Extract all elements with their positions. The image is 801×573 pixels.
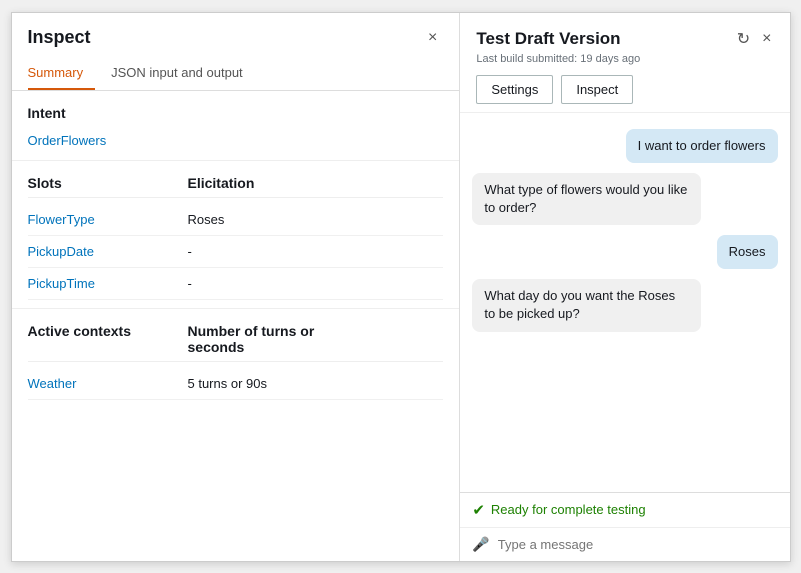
- divider-2: [12, 308, 460, 309]
- elicitation-col-heading: Elicitation: [188, 175, 255, 191]
- active-contexts-col-heading: Active contexts: [28, 323, 188, 355]
- right-header: Test Draft Version ↻ × Last build submit…: [460, 13, 789, 113]
- chat-area: I want to order flowers What type of flo…: [460, 113, 789, 492]
- intent-heading: Intent: [28, 105, 444, 121]
- tab-json-input-output[interactable]: JSON input and output: [111, 57, 255, 90]
- left-content: Intent OrderFlowers Slots Elicitation Fl…: [12, 91, 460, 561]
- slots-section: Slots Elicitation FlowerType Roses Picku…: [12, 165, 460, 304]
- right-close-button[interactable]: ×: [760, 28, 773, 50]
- left-close-button[interactable]: ×: [422, 27, 443, 49]
- intent-link[interactable]: OrderFlowers: [28, 129, 444, 152]
- chat-input[interactable]: [498, 537, 778, 552]
- slot-row-flowertype: FlowerType Roses: [28, 204, 444, 236]
- tab-summary[interactable]: Summary: [28, 57, 96, 90]
- slot-name-pickupdate[interactable]: PickupDate: [28, 244, 188, 259]
- right-panel: Test Draft Version ↻ × Last build submit…: [460, 13, 789, 561]
- slots-header: Slots Elicitation: [28, 175, 444, 198]
- left-panel-title: Inspect: [28, 27, 91, 48]
- divider-1: [12, 160, 460, 161]
- right-title-actions: ↻ ×: [735, 27, 774, 51]
- status-icon: ✔: [472, 501, 485, 519]
- active-contexts-header: Active contexts Number of turns or secon…: [28, 323, 444, 362]
- left-header: Inspect ×: [12, 13, 460, 49]
- slot-row-pickupdate: PickupDate -: [28, 236, 444, 268]
- chat-message-3: Roses: [717, 235, 778, 269]
- active-contexts-section: Active contexts Number of turns or secon…: [12, 313, 460, 404]
- settings-button[interactable]: Settings: [476, 75, 553, 104]
- left-tabs: Summary JSON input and output: [12, 57, 460, 91]
- status-text: Ready for complete testing: [491, 502, 646, 517]
- right-title-row: Test Draft Version ↻ ×: [476, 27, 773, 51]
- slot-value-pickupdate: -: [188, 244, 192, 259]
- inspect-button[interactable]: Inspect: [561, 75, 633, 104]
- context-row-weather: Weather 5 turns or 90s: [28, 368, 444, 400]
- mic-icon: 🎤: [472, 536, 489, 553]
- left-panel: Inspect × Summary JSON input and output …: [12, 13, 461, 561]
- slot-value-pickuptime: -: [188, 276, 192, 291]
- chat-message-1: I want to order flowers: [626, 129, 778, 163]
- context-name-weather[interactable]: Weather: [28, 376, 188, 391]
- slot-row-pickuptime: PickupTime -: [28, 268, 444, 300]
- right-action-buttons: Settings Inspect: [476, 75, 773, 104]
- slot-name-pickuptime[interactable]: PickupTime: [28, 276, 188, 291]
- slots-col-heading: Slots: [28, 175, 188, 191]
- chat-message-2: What type of flowers would you like to o…: [472, 173, 701, 225]
- right-panel-title: Test Draft Version: [476, 29, 620, 49]
- chat-message-4: What day do you want the Roses to be pic…: [472, 279, 701, 331]
- chat-input-area: 🎤: [460, 527, 789, 561]
- context-value-weather: 5 turns or 90s: [188, 376, 268, 391]
- intent-section: Intent OrderFlowers: [12, 91, 460, 156]
- slot-value-flowertype: Roses: [188, 212, 225, 227]
- status-bar: ✔ Ready for complete testing: [460, 492, 789, 527]
- slot-name-flowertype[interactable]: FlowerType: [28, 212, 188, 227]
- turns-seconds-col-heading: Number of turns or seconds: [188, 323, 348, 355]
- right-subtitle: Last build submitted: 19 days ago: [476, 53, 773, 65]
- refresh-button[interactable]: ↻: [735, 27, 752, 51]
